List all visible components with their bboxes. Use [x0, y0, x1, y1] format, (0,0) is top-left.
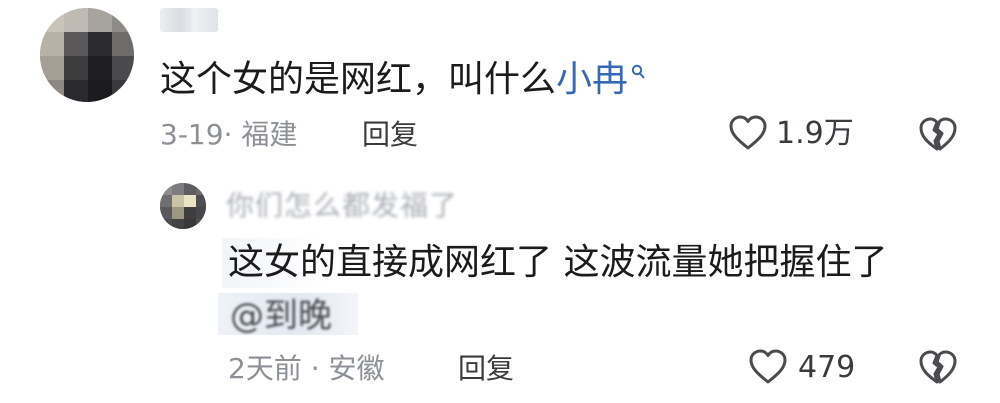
replier-avatar[interactable]: [160, 183, 206, 229]
broken-heart-icon: [918, 349, 958, 387]
comment-body: 这个女的是网红，叫什么: [160, 59, 557, 100]
reply-location: 安徽: [328, 352, 385, 385]
dislike-button[interactable]: [918, 116, 958, 154]
reply-like-count: 479: [798, 350, 856, 385]
commenter-name-blurred[interactable]: [160, 8, 218, 32]
reply-text: 这女的直接成网红了 这波流量她把握住了: [228, 242, 888, 283]
search-small-icon[interactable]: [631, 64, 645, 80]
heart-outline-icon: [748, 348, 788, 386]
like-count: 1.9万: [776, 116, 854, 151]
comment-date: 3-19: [160, 118, 224, 151]
commenter-avatar[interactable]: [40, 8, 134, 102]
broken-heart-icon: [918, 116, 958, 154]
reply-dislike-button[interactable]: [918, 349, 958, 387]
heart-outline-icon: [728, 114, 768, 152]
reply-button[interactable]: 回复: [362, 121, 418, 149]
search-link[interactable]: 小冉: [556, 59, 628, 100]
comment-location: 福建: [241, 118, 298, 151]
reply-meta: 2天前 · 安徽: [228, 355, 385, 383]
meta-separator: ·: [223, 118, 242, 151]
comment-meta: 3-19· 福建: [160, 121, 297, 149]
replier-name[interactable]: 你们怎么都发福了: [226, 192, 458, 220]
reply-date: 2天前: [228, 352, 302, 385]
comment-text: 这个女的是网红，叫什么小冉: [160, 62, 645, 98]
reply-reply-button[interactable]: 回复: [458, 355, 514, 383]
meta-separator: ·: [301, 352, 329, 385]
mention-link[interactable]: @到晚: [230, 299, 332, 333]
